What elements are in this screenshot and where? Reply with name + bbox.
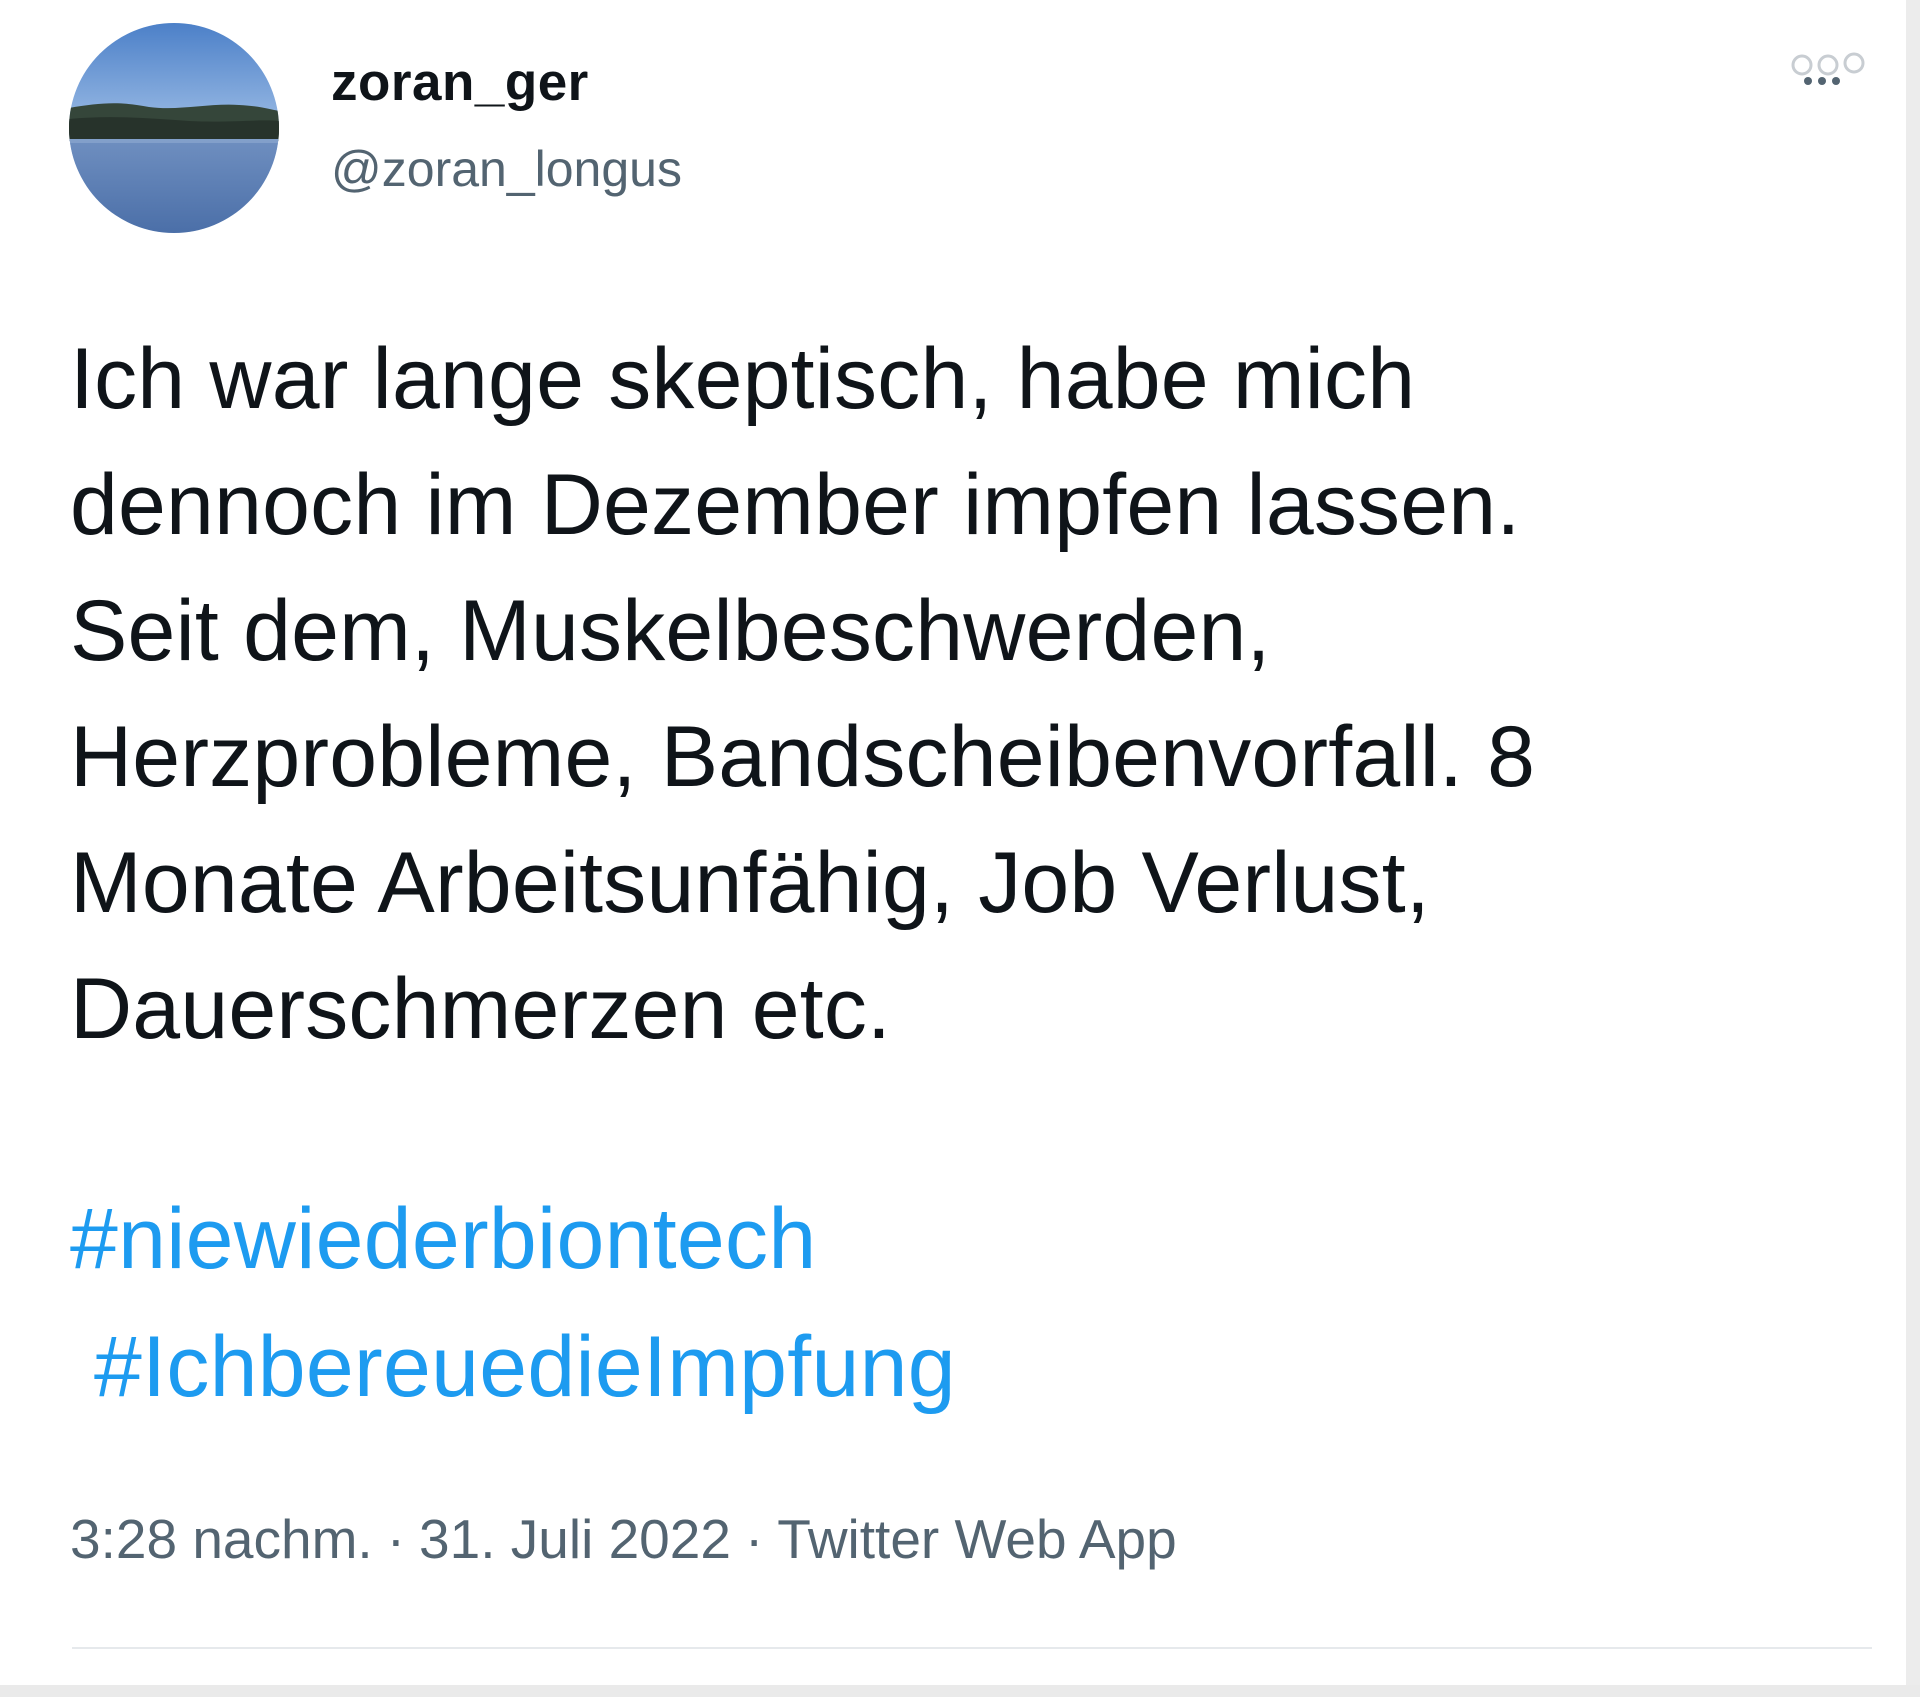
tweet-text-line: Dauerschmerzen etc. (70, 961, 892, 1057)
tweet-metadata: 3:28 nachm. · 31. Juli 2022 · Twitter Web Ap… (70, 1507, 1177, 1571)
tweet-source[interactable]: Twitter Web App (777, 1508, 1176, 1570)
lake-landscape-avatar-icon (69, 23, 279, 233)
tweet-text: Ich war lange skeptisch, habe mich denno… (70, 316, 1870, 1072)
tweet-text-line: Seit dem, Muskelbeschwerden, (70, 583, 1271, 679)
display-name[interactable]: zoran_ger (331, 52, 589, 113)
more-options-button[interactable] (1790, 45, 1870, 95)
bottom-edge (0, 1685, 1920, 1697)
hashtag-link[interactable]: #niewiederbiontech (70, 1190, 816, 1289)
more-options-icon (1791, 52, 1865, 85)
tweet-text-line: Ich war lange skeptisch, habe mich (70, 331, 1416, 427)
user-handle[interactable]: @zoran_longus (331, 140, 682, 198)
avatar[interactable] (69, 23, 279, 233)
tweet-text-line: dennoch im Dezember impfen lassen. (70, 457, 1521, 553)
tweet-text-line: Monate Arbeitsunfähig, Job Verlust, (70, 835, 1430, 931)
tweet-text-line: Herzprobleme, Bandscheibenvorfall. 8 (70, 709, 1536, 805)
meta-separator: · (386, 1508, 406, 1570)
divider (72, 1647, 1872, 1649)
tweet-date[interactable]: 31. Juli 2022 (419, 1508, 731, 1570)
meta-separator: · (744, 1508, 764, 1570)
scrollbar-track (1906, 0, 1920, 1697)
tweet-screenshot: zoran_ger @zoran_longus Ich war lange sk… (0, 0, 1920, 1697)
tweet-time[interactable]: 3:28 nachm. (70, 1508, 373, 1570)
hashtag-link[interactable]: #IchbereuedieImpfung (94, 1318, 956, 1417)
